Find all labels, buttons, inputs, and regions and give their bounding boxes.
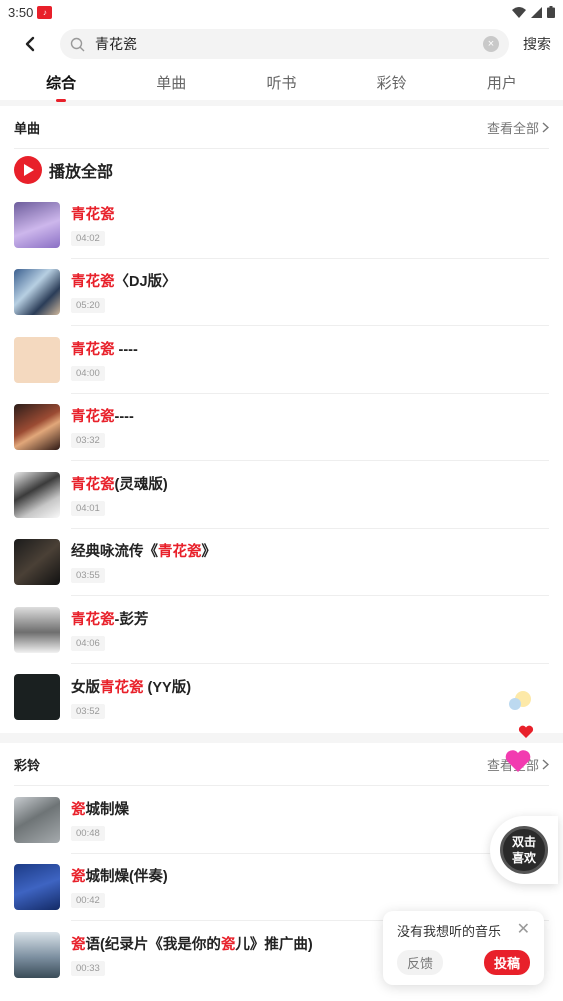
clear-icon[interactable]: × xyxy=(483,36,499,52)
ringtone-cover xyxy=(14,931,60,978)
song-row[interactable]: 经典咏流传《青花瓷》 03:55 xyxy=(14,529,549,596)
ringtone-duration: 00:42 xyxy=(71,893,105,909)
play-icon xyxy=(14,156,42,184)
song-duration: 04:00 xyxy=(71,365,105,381)
feedback-button[interactable]: 反馈 xyxy=(397,950,444,975)
feedback-popup: 没有我想听的音乐 ✕ 反馈 投稿 xyxy=(383,911,544,985)
play-all-label: 播放全部 xyxy=(49,164,114,181)
song-title: 青花瓷 xyxy=(71,206,115,223)
tab-users[interactable]: 用户 xyxy=(479,66,525,99)
status-time: 3:50 xyxy=(8,4,34,20)
song-title: 经典咏流传《青花瓷》 xyxy=(71,544,216,561)
ringtone-cover xyxy=(14,796,60,843)
search-icon xyxy=(70,37,85,51)
like-label-line2: 喜欢 xyxy=(511,851,536,865)
song-title: 青花瓷-彭芳 xyxy=(71,611,149,628)
view-all-songs-link[interactable]: 查看全部 xyxy=(487,118,549,137)
song-row[interactable]: 青花瓷-彭芳 04:06 xyxy=(14,596,549,664)
song-duration: 05:20 xyxy=(71,298,105,314)
heart-icon xyxy=(518,725,534,738)
search-header: 青花瓷 × 搜索 xyxy=(0,24,563,64)
song-title: 青花瓷〈DJ版〉 xyxy=(71,274,177,291)
heart-icon xyxy=(509,691,531,710)
song-title: 青花瓷---- xyxy=(71,409,134,426)
songs-section-header: 单曲 查看全部 xyxy=(14,106,549,148)
search-input[interactable]: 青花瓷 × xyxy=(60,29,509,59)
song-row[interactable]: 女版青花瓷 (YY版) 03:52 xyxy=(14,664,549,732)
song-cover xyxy=(14,269,60,316)
double-tap-like-float[interactable]: 双击 喜欢 xyxy=(490,816,558,884)
ringtone-row[interactable]: 瓷城制燥 00:48 xyxy=(14,786,549,854)
heart-icon xyxy=(505,750,531,772)
wifi-icon xyxy=(512,6,526,18)
song-row[interactable]: 青花瓷〈DJ版〉 05:20 xyxy=(14,259,549,326)
battery-icon xyxy=(547,6,555,18)
ringtone-title: 瓷城制燥 xyxy=(71,801,129,818)
result-tabs: 综合 单曲 听书 彩铃 用户 xyxy=(0,64,563,102)
song-list: 青花瓷 04:02 青花瓷〈DJ版〉 05:20 青花瓷 ---- 04:00 青花瓷… xyxy=(14,191,549,731)
song-duration: 04:01 xyxy=(71,500,105,516)
song-duration: 03:32 xyxy=(71,433,105,449)
ringtones-section-header: 彩铃 查看全部 xyxy=(14,743,549,785)
song-cover xyxy=(14,674,60,721)
tab-ringtones[interactable]: 彩铃 xyxy=(369,66,415,99)
ringtone-duration: 00:48 xyxy=(71,825,105,841)
song-cover xyxy=(14,471,60,518)
search-query[interactable]: 青花瓷 xyxy=(95,34,483,54)
status-icons xyxy=(512,6,555,18)
song-title: 青花瓷 ---- xyxy=(71,341,138,358)
song-cover xyxy=(14,404,60,451)
song-row[interactable]: 青花瓷 04:02 xyxy=(14,191,549,259)
tab-audiobooks[interactable]: 听书 xyxy=(258,66,304,99)
back-button[interactable] xyxy=(16,30,44,58)
section-title: 单曲 xyxy=(14,120,41,136)
song-duration: 03:52 xyxy=(71,703,105,719)
chevron-right-icon xyxy=(542,758,549,770)
tab-all[interactable]: 综合 xyxy=(38,66,84,102)
back-arrow-icon xyxy=(25,36,35,52)
chevron-right-icon xyxy=(542,121,549,133)
song-row[interactable]: 青花瓷(灵魂版) 04:01 xyxy=(14,461,549,529)
song-title: 女版青花瓷 (YY版) xyxy=(71,679,192,696)
signal-icon xyxy=(531,6,542,18)
song-title: 青花瓷(灵魂版) xyxy=(71,476,168,493)
status-bar: 3:50 ♪ xyxy=(0,0,563,24)
divider xyxy=(0,733,563,743)
song-duration: 04:06 xyxy=(71,635,105,651)
feedback-actions: 反馈 投稿 xyxy=(397,950,530,975)
like-label-line1: 双击 xyxy=(511,835,536,849)
like-button[interactable]: 双击 喜欢 xyxy=(500,826,548,874)
tab-songs[interactable]: 单曲 xyxy=(148,66,194,99)
close-icon[interactable]: ✕ xyxy=(517,919,530,939)
view-all-label: 查看全部 xyxy=(486,120,539,136)
ringtone-duration: 00:33 xyxy=(71,961,105,977)
song-cover xyxy=(14,606,60,653)
song-row[interactable]: 青花瓷---- 03:32 xyxy=(14,394,549,461)
app-notification-icon: ♪ xyxy=(37,5,53,19)
submit-button[interactable]: 投稿 xyxy=(483,950,530,975)
search-button[interactable]: 搜索 xyxy=(523,34,553,54)
ringtone-title: 瓷城制燥(伴奏) xyxy=(71,869,168,886)
ringtone-cover xyxy=(14,864,60,911)
songs-section: 单曲 查看全部 播放全部 青花瓷 04:02 青花瓷〈DJ版〉 05:20 青花瓷 … xyxy=(0,106,563,731)
song-duration: 03:55 xyxy=(71,568,105,584)
feedback-title: 没有我想听的音乐 xyxy=(397,924,502,939)
play-all-button[interactable]: 播放全部 xyxy=(14,149,549,191)
song-row[interactable]: 青花瓷 ---- 04:00 xyxy=(14,326,549,394)
song-cover xyxy=(14,539,60,586)
song-duration: 04:02 xyxy=(71,230,105,246)
song-cover xyxy=(14,336,60,383)
song-cover xyxy=(14,201,60,248)
section-title: 彩铃 xyxy=(14,757,41,773)
